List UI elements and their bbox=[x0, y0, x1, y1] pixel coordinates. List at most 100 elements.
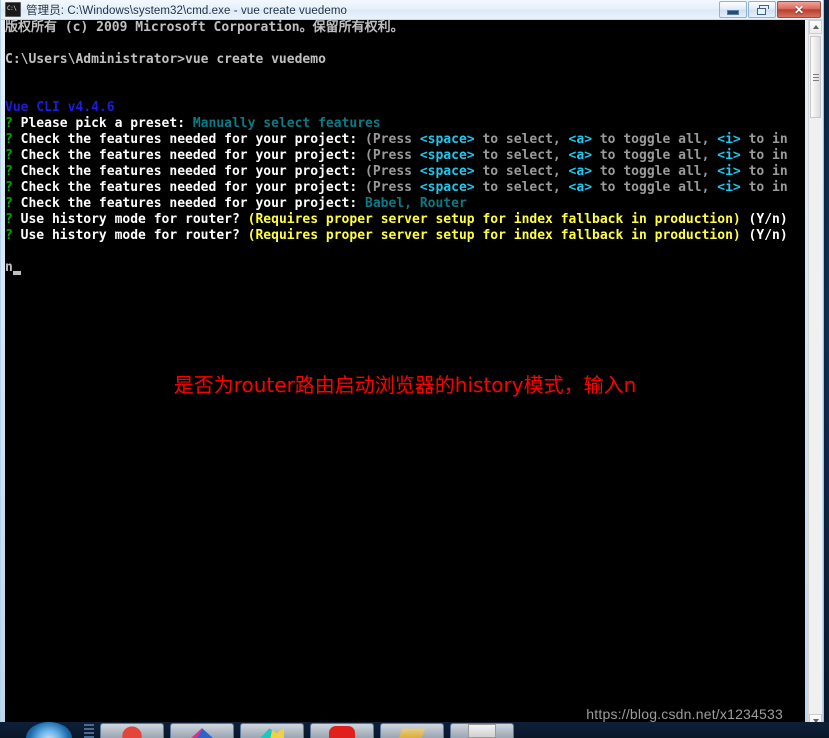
cmd-icon bbox=[5, 2, 21, 17]
console-line: n bbox=[5, 260, 788, 276]
taskbar-item-4[interactable] bbox=[310, 723, 374, 738]
console-span: <space> bbox=[419, 164, 475, 179]
console-span: Check the features needed for your proje… bbox=[20, 196, 366, 211]
console-span: to in bbox=[740, 148, 788, 163]
scroll-thumb[interactable] bbox=[810, 36, 821, 118]
console-span: (Press bbox=[365, 148, 420, 163]
console-span: to in bbox=[740, 132, 788, 147]
minimize-button[interactable] bbox=[719, 1, 747, 18]
console-span: <a> bbox=[568, 132, 593, 147]
console-span: <a> bbox=[568, 148, 593, 163]
title-bar[interactable]: 管理员: C:\Windows\system32\cmd.exe - vue c… bbox=[1, 0, 823, 20]
console-span: Check the features needed for your proje… bbox=[20, 180, 366, 195]
console-span: <a> bbox=[568, 180, 593, 195]
close-icon: ✕ bbox=[793, 2, 805, 17]
console-line: ? Please pick a preset: Manually select … bbox=[5, 116, 788, 132]
console-span: (Y/n) bbox=[740, 212, 788, 227]
console-scrollbar[interactable] bbox=[808, 20, 822, 728]
red-annotation-text: 是否为router路由启动浏览器的history模式，输入n bbox=[173, 373, 637, 397]
restore-button[interactable] bbox=[748, 1, 776, 18]
console-span: <space> bbox=[419, 180, 475, 195]
console-span: to toggle all, bbox=[592, 180, 718, 195]
console-span: Please pick a preset: bbox=[20, 116, 193, 131]
console-span: <a> bbox=[568, 164, 593, 179]
start-button[interactable] bbox=[26, 722, 72, 738]
console-span: Use history mode for router? bbox=[20, 228, 248, 243]
taskbar-item-6[interactable] bbox=[450, 723, 514, 738]
console-span: <i> bbox=[717, 148, 741, 163]
scroll-up-arrow[interactable] bbox=[809, 20, 822, 34]
console-text: 版权所有 (c) 2009 Microsoft Corporation。保留所有… bbox=[5, 20, 788, 276]
console-line: ? Check the features needed for your pro… bbox=[5, 148, 788, 164]
ico-d-icon bbox=[329, 726, 355, 738]
restore-icon bbox=[756, 4, 769, 15]
close-button[interactable]: ✕ bbox=[777, 1, 821, 18]
console-span: (Y/n) bbox=[740, 228, 788, 243]
console-span: to select, bbox=[474, 148, 569, 163]
console-span: ? bbox=[5, 148, 21, 163]
console-line: ? Use history mode for router? (Requires… bbox=[5, 212, 788, 228]
console-span: <space> bbox=[419, 132, 475, 147]
console-line: ? Check the features needed for your pro… bbox=[5, 164, 788, 180]
console-output-area[interactable]: 版权所有 (c) 2009 Microsoft Corporation。保留所有… bbox=[5, 20, 805, 728]
console-line: ? Check the features needed for your pro… bbox=[5, 132, 788, 148]
console-span: (Press bbox=[365, 132, 420, 147]
console-span: ? bbox=[5, 180, 21, 195]
console-span: <i> bbox=[717, 132, 741, 147]
text-cursor bbox=[12, 271, 21, 275]
console-span: <space> bbox=[419, 148, 475, 163]
minimize-icon bbox=[727, 10, 739, 15]
chevron-up-icon bbox=[812, 25, 819, 29]
console-span: to toggle all, bbox=[592, 132, 718, 147]
console-span: (Press bbox=[365, 164, 420, 179]
console-span: <i> bbox=[717, 180, 741, 195]
caption-buttons: ✕ bbox=[718, 1, 821, 18]
console-span: C:\Users\Administrator>vue create vuedem… bbox=[5, 52, 326, 67]
console-span: Babel, Router bbox=[365, 196, 467, 211]
taskbar-item-1[interactable] bbox=[100, 723, 164, 738]
console-span: Use history mode for router? bbox=[20, 212, 248, 227]
console-span: to toggle all, bbox=[592, 148, 718, 163]
console-span: Check the features needed for your proje… bbox=[20, 164, 366, 179]
console-span: to in bbox=[740, 180, 788, 195]
console-span: to in bbox=[740, 164, 788, 179]
taskbar-item-5[interactable] bbox=[380, 723, 444, 738]
console-span: to select, bbox=[474, 164, 569, 179]
console-span: to select, bbox=[474, 180, 569, 195]
console-span: ? bbox=[5, 132, 21, 147]
console-line: Vue CLI v4.4.6 bbox=[5, 100, 788, 116]
ico-a-icon bbox=[119, 726, 145, 738]
console-span: Check the features needed for your proje… bbox=[20, 132, 366, 147]
console-span: ? bbox=[5, 164, 21, 179]
console-span: Manually select features bbox=[192, 116, 381, 131]
console-line: ? Check the features needed for your pro… bbox=[5, 180, 788, 196]
console-line: 版权所有 (c) 2009 Microsoft Corporation。保留所有… bbox=[5, 20, 788, 36]
taskbar-item-3[interactable] bbox=[240, 723, 304, 738]
console-span: Check the features needed for your proje… bbox=[20, 148, 366, 163]
console-span: ? bbox=[5, 228, 21, 243]
taskbar-drag-handle[interactable] bbox=[84, 724, 94, 738]
scroll-grip-icon bbox=[812, 73, 819, 81]
ico-e-icon bbox=[399, 728, 425, 738]
console-span: 版权所有 (c) 2009 Microsoft Corporation。保留所有… bbox=[5, 20, 404, 35]
taskbar-item-2[interactable] bbox=[170, 723, 234, 738]
console-span: Vue CLI v4.4.6 bbox=[5, 100, 115, 115]
console-span: (Press bbox=[365, 180, 420, 195]
console-span: (Requires proper server setup for index … bbox=[247, 212, 741, 227]
taskbar-items bbox=[94, 723, 514, 738]
console-line: ? Check the features needed for your pro… bbox=[5, 196, 788, 212]
console-span: to select, bbox=[474, 132, 569, 147]
watermark-url: https://blog.csdn.net/x1234533 bbox=[586, 706, 783, 722]
console-span: ? bbox=[5, 116, 21, 131]
console-span: to toggle all, bbox=[592, 164, 718, 179]
window-title: 管理员: C:\Windows\system32\cmd.exe - vue c… bbox=[26, 4, 348, 17]
ico-c-icon bbox=[260, 727, 284, 738]
taskbar bbox=[0, 722, 829, 738]
console-span: n bbox=[5, 260, 13, 275]
ico-f-icon bbox=[468, 724, 496, 738]
cmd-window: 管理员: C:\Windows\system32\cmd.exe - vue c… bbox=[0, 0, 824, 732]
